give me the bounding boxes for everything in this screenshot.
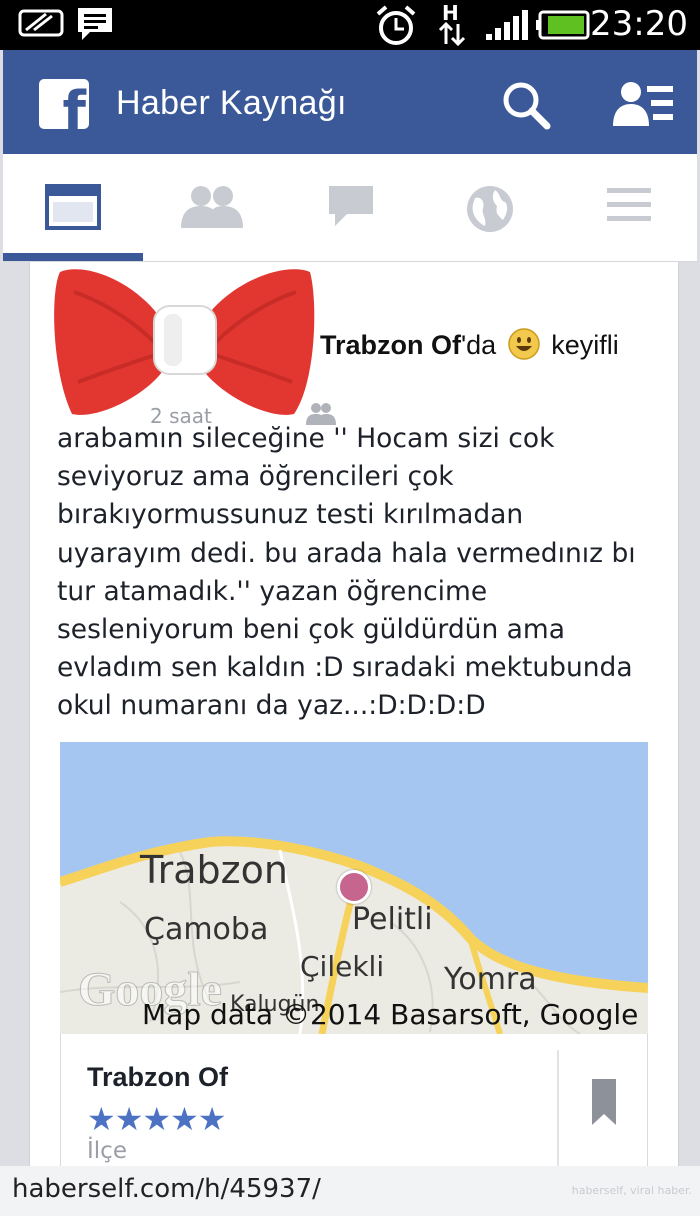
post-card[interactable]: Trabzon Of'da keyifli 2 saat arabamın si… xyxy=(29,262,679,1166)
active-tab-indicator xyxy=(3,253,143,261)
smiley-icon xyxy=(507,328,540,360)
map-label-camoba: Çamoba xyxy=(144,912,269,947)
status-clock: 23:20 xyxy=(590,4,688,44)
feeling-text: keyifli xyxy=(551,330,619,360)
map-label-yomra: Yomra xyxy=(444,962,537,997)
globe-icon xyxy=(466,186,513,232)
tab-more[interactable] xyxy=(559,154,698,262)
map-label-trabzon: Trabzon xyxy=(140,848,288,892)
news-feed[interactable]: Trabzon Of'da keyifli 2 saat arabamın si… xyxy=(3,262,697,1166)
app-bar: f Haber Kaynağı xyxy=(3,50,697,154)
friend-requests-icon xyxy=(613,82,673,126)
location-suffix: 'da xyxy=(461,330,497,360)
search-icon xyxy=(503,82,551,130)
tab-friends[interactable] xyxy=(142,154,281,262)
signal-icon xyxy=(486,10,528,40)
source-footer: haberself.com/h/45937/ haberself, viral … xyxy=(0,1166,700,1216)
friend-requests-button[interactable] xyxy=(613,80,675,130)
post-header-text: Trabzon Of'da keyifli xyxy=(320,328,619,361)
messages-icon xyxy=(328,186,373,226)
status-bar: H 23:20 xyxy=(0,0,700,50)
location-link[interactable]: Trabzon Of xyxy=(320,330,461,360)
news-feed-icon xyxy=(44,184,101,230)
red-bow-sticker xyxy=(54,269,315,415)
place-rating-stars: ★★★★★ xyxy=(87,1100,226,1138)
place-divider xyxy=(557,1050,559,1166)
map-preview[interactable]: Trabzon Çamoba Pelitli Çilekli Yomra Kal… xyxy=(60,742,648,1034)
source-brand: haberself, viral haber. xyxy=(571,1184,692,1197)
map-pin-icon[interactable] xyxy=(337,870,371,904)
page-title: Haber Kaynağı xyxy=(116,84,347,122)
friends-icon xyxy=(180,186,243,228)
place-card[interactable]: Trabzon Of ★★★★★ İlçe xyxy=(60,1034,648,1166)
alarm-icon xyxy=(376,5,416,45)
place-type: İlçe xyxy=(87,1138,127,1164)
place-name[interactable]: Trabzon Of xyxy=(87,1062,228,1093)
map-attribution: Map data ©2014 Basarsoft, Google xyxy=(142,998,639,1031)
bookmark-icon[interactable] xyxy=(591,1078,617,1126)
message-icon xyxy=(78,8,112,40)
map-label-pelitli: Pelitli xyxy=(352,902,433,937)
battery-icon xyxy=(536,10,590,40)
map-label-cilekli: Çilekli xyxy=(300,950,385,983)
network-h-icon: H xyxy=(438,2,466,47)
post-body-text: arabamın sileceğine '' Hocam sizi cok se… xyxy=(57,423,636,722)
tab-messages[interactable] xyxy=(281,154,420,262)
notification-icon xyxy=(18,9,64,37)
menu-icon xyxy=(606,188,651,221)
search-button[interactable] xyxy=(501,80,551,130)
tab-bar xyxy=(3,154,697,262)
facebook-logo-icon[interactable]: f xyxy=(39,79,89,129)
tab-notifications[interactable] xyxy=(420,154,559,262)
svg-text:H: H xyxy=(442,2,459,25)
tab-news-feed[interactable] xyxy=(3,154,142,262)
source-url[interactable]: haberself.com/h/45937/ xyxy=(12,1174,321,1204)
